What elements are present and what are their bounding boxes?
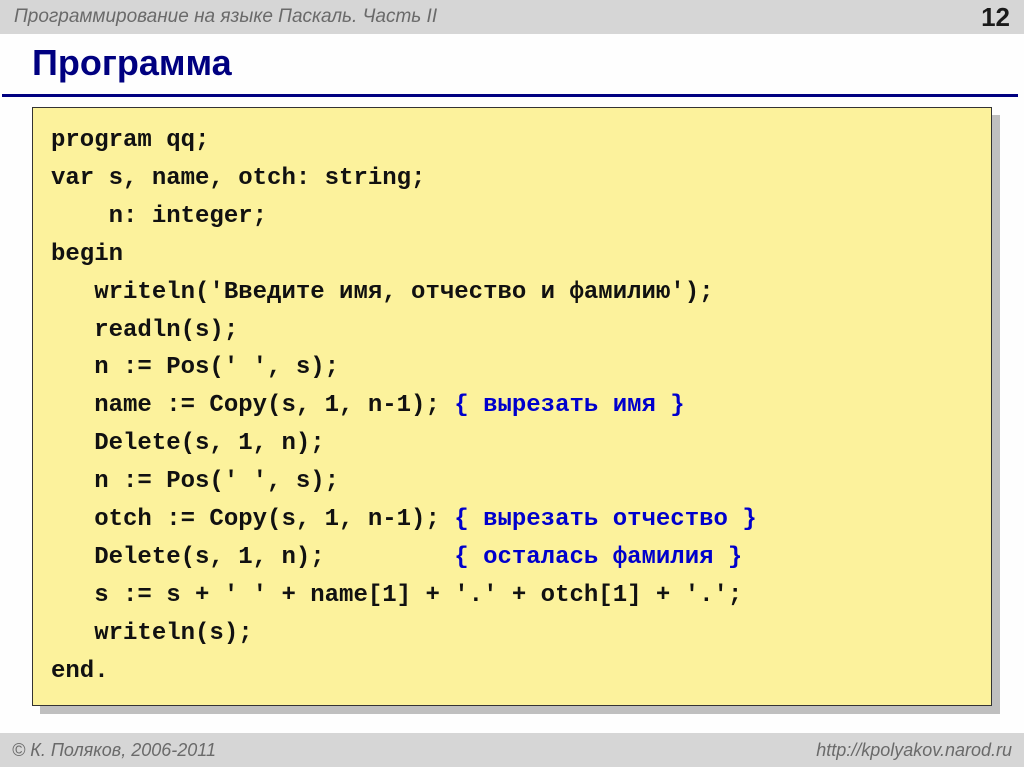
code-line: writeln(s);	[51, 615, 973, 653]
slide-footer: © К. Поляков, 2006-2011 http://kpolyakov…	[0, 733, 1024, 767]
code-line: writeln('Введите имя, отчество и фамилию…	[51, 274, 973, 312]
code-line: readln(s);	[51, 312, 973, 350]
code-line: program qq;	[51, 122, 973, 160]
code-text: Delete(s, 1, n);	[51, 544, 454, 571]
code-line: Delete(s, 1, n);	[51, 425, 973, 463]
code-line: n := Pos(' ', s);	[51, 463, 973, 501]
code-comment: { осталась фамилия }	[454, 544, 742, 571]
course-title: Программирование на языке Паскаль. Часть…	[14, 6, 437, 28]
code-container: program qq; var s, name, otch: string; n…	[32, 107, 992, 706]
code-line: s := s + ' ' + name[1] + '.' + otch[1] +…	[51, 577, 973, 615]
code-line: n := Pos(' ', s);	[51, 349, 973, 387]
code-text: otch := Copy(s, 1, n-1);	[51, 506, 454, 533]
page-number: 12	[981, 2, 1010, 33]
code-line: Delete(s, 1, n); { осталась фамилия }	[51, 539, 973, 577]
copyright: © К. Поляков, 2006-2011	[12, 740, 216, 761]
code-line: name := Copy(s, 1, n-1); { вырезать имя …	[51, 387, 973, 425]
code-line: otch := Copy(s, 1, n-1); { вырезать отче…	[51, 501, 973, 539]
slide-header: Программирование на языке Паскаль. Часть…	[0, 0, 1024, 34]
code-line: n: integer;	[51, 198, 973, 236]
code-comment: { вырезать имя }	[454, 392, 684, 419]
code-block: program qq; var s, name, otch: string; n…	[32, 107, 992, 706]
code-line: end.	[51, 653, 973, 691]
footer-url: http://kpolyakov.narod.ru	[816, 740, 1012, 761]
code-line: var s, name, otch: string;	[51, 160, 973, 198]
code-line: begin	[51, 236, 973, 274]
code-text: name := Copy(s, 1, n-1);	[51, 392, 454, 419]
page-title: Программа	[2, 34, 1018, 97]
code-comment: { вырезать отчество }	[454, 506, 756, 533]
